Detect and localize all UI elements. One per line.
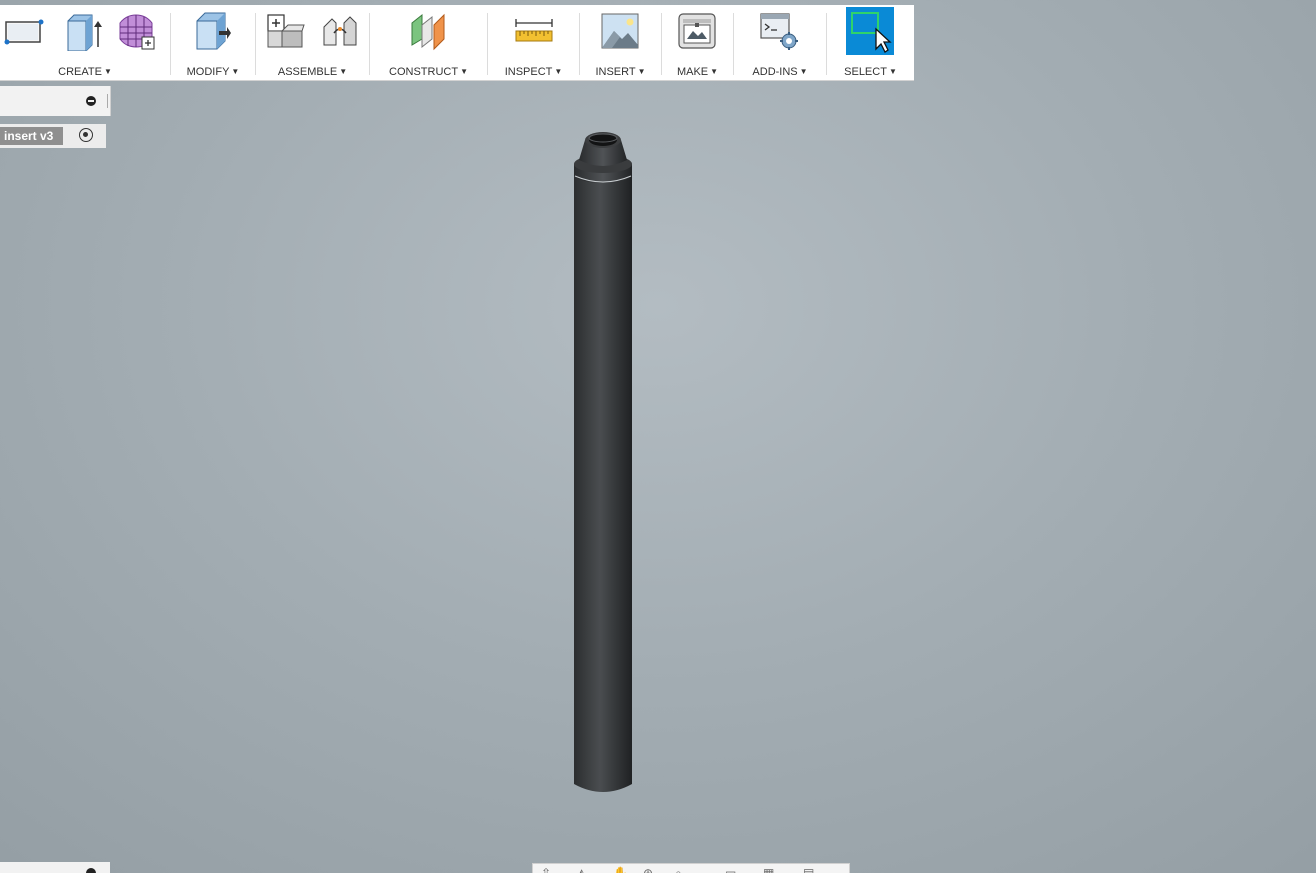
modify-group: MODIFY ▼: [171, 5, 255, 80]
orbit-icon[interactable]: ⇧: [541, 867, 551, 873]
press-pull-icon[interactable]: [191, 11, 231, 51]
look-at-icon[interactable]: ◭: [577, 867, 586, 873]
assemble-menu[interactable]: ASSEMBLE ▼: [256, 66, 369, 78]
navigation-bar: ⇧ ◭ ✋ ⊕ ⌕ ▭ ▦ ▤: [532, 863, 850, 873]
chevron-down-icon: ▼: [460, 67, 468, 76]
chevron-down-icon: ▼: [231, 67, 240, 76]
insert-menu[interactable]: INSERT ▼: [580, 66, 661, 78]
panel-divider: [107, 94, 108, 108]
add-ins-group: ADD-INS ▼: [734, 5, 826, 80]
add-ins-label: ADD-INS: [752, 66, 798, 78]
select-label: SELECT: [844, 66, 887, 78]
create-label: CREATE: [58, 66, 102, 78]
form-icon[interactable]: [116, 11, 156, 51]
construct-menu[interactable]: CONSTRUCT ▼: [370, 66, 487, 78]
activate-radio-icon[interactable]: [79, 128, 93, 142]
zoom-icon[interactable]: ⊕: [643, 867, 653, 873]
create-group: CREATE ▼: [0, 5, 170, 80]
scripts-icon[interactable]: [759, 11, 799, 51]
chevron-down-icon: ▼: [888, 67, 897, 76]
new-component-icon[interactable]: [266, 11, 306, 51]
collapse-icon[interactable]: [86, 868, 96, 873]
construct-label: CONSTRUCT: [389, 66, 459, 78]
chevron-down-icon: ▼: [799, 67, 808, 76]
main-toolbar: CREATE ▼ MODIFY ▼ ASSEMBLE ▼ CONSTRUCT ▼…: [0, 5, 914, 81]
joint-icon[interactable]: [320, 11, 360, 51]
select-button[interactable]: [846, 7, 894, 55]
display-settings-icon[interactable]: ▭: [725, 867, 736, 873]
chevron-down-icon: ▼: [554, 67, 563, 76]
chevron-down-icon: ▼: [637, 67, 646, 76]
modify-label: MODIFY: [186, 66, 230, 78]
make-menu[interactable]: MAKE ▼: [662, 66, 733, 78]
extrude-icon[interactable]: [64, 11, 104, 52]
sketch-icon[interactable]: [4, 11, 44, 51]
inspect-menu[interactable]: INSPECT ▼: [488, 66, 579, 78]
create-menu[interactable]: CREATE ▼: [0, 66, 170, 78]
collapse-icon[interactable]: [86, 96, 96, 106]
chevron-down-icon: ▼: [103, 67, 112, 76]
model-body[interactable]: [565, 124, 645, 804]
insert-image-icon[interactable]: [600, 11, 640, 51]
3d-print-icon[interactable]: [677, 11, 717, 51]
offset-plane-icon[interactable]: [408, 11, 448, 51]
measure-icon[interactable]: [514, 11, 554, 51]
chevron-down-icon: ▼: [710, 67, 719, 76]
insert-label: INSERT: [595, 66, 636, 78]
fit-icon[interactable]: ⌕: [675, 867, 682, 873]
grid-icon[interactable]: ▦: [763, 867, 774, 873]
insert-group: INSERT ▼: [580, 5, 661, 80]
document-tab[interactable]: insert v3: [0, 124, 106, 148]
browser-panel-header: [0, 86, 111, 116]
pan-icon[interactable]: ✋: [613, 867, 628, 873]
assemble-group: ASSEMBLE ▼: [256, 5, 369, 80]
assemble-label: ASSEMBLE: [277, 66, 338, 78]
document-name[interactable]: insert v3: [0, 127, 64, 145]
make-group: MAKE ▼: [662, 5, 733, 80]
viewports-icon[interactable]: ▤: [803, 867, 814, 873]
select-menu[interactable]: SELECT ▼: [827, 66, 914, 78]
select-cursor-icon: [851, 12, 892, 53]
inspect-group: INSPECT ▼: [488, 5, 579, 80]
make-label: MAKE: [676, 66, 709, 78]
inspect-label: INSPECT: [504, 66, 553, 78]
add-ins-menu[interactable]: ADD-INS ▼: [734, 66, 826, 78]
construct-group: CONSTRUCT ▼: [370, 5, 487, 80]
chevron-down-icon: ▼: [339, 67, 348, 76]
bottom-panel-header: [0, 862, 110, 873]
modify-menu[interactable]: MODIFY ▼: [171, 66, 255, 78]
